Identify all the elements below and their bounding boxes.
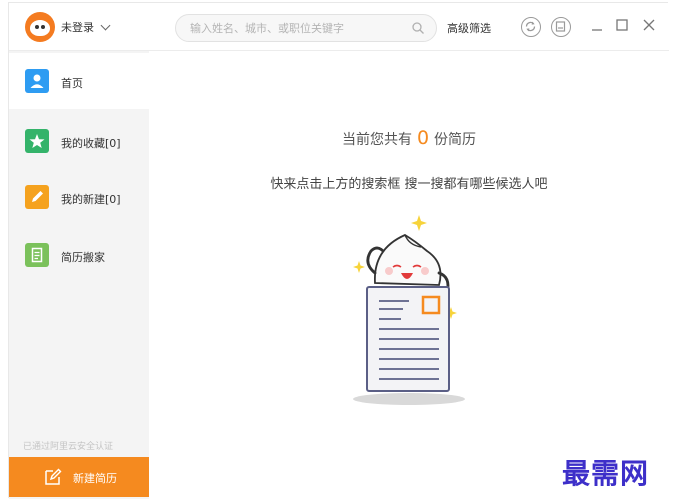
app-logo [25,12,55,42]
login-status-label: 未登录 [61,21,94,34]
advanced-filter-button[interactable]: 高级筛选 [447,20,491,36]
document-icon [25,243,49,267]
chevron-down-icon [100,20,111,30]
close-icon[interactable] [641,16,657,34]
minimize-icon[interactable] [589,16,605,34]
search-input[interactable] [190,19,400,37]
sidebar: 首页 我的收藏[0] 我的新建[0] 简历搬家 已通过阿里云安全认证 新建简历 [9,51,149,499]
save-icon[interactable] [551,17,571,37]
new-resume-label: 新建简历 [73,472,117,485]
sync-icon[interactable] [521,17,541,37]
app-window: 未登录 高级筛选 [8,2,669,499]
person-icon [25,69,49,93]
sidebar-item-label: 首页 [61,77,83,90]
sidebar-item-favorites[interactable]: 我的收藏[0] [9,113,149,169]
maximize-icon[interactable] [614,16,630,34]
star-icon [25,129,49,153]
edit-icon [45,468,62,485]
sidebar-item-my-created[interactable]: 我的新建[0] [9,169,149,225]
search-hint-text: 快来点击上方的搜索框 搜一搜都有哪些候选人吧 [270,177,548,192]
main-content: 当前您共有 0 份简历 快来点击上方的搜索框 搜一搜都有哪些候选人吧 [149,51,669,499]
sidebar-item-resume-move[interactable]: 简历搬家 [9,227,149,283]
count-prefix: 当前您共有 [341,132,412,148]
new-resume-button[interactable]: 新建简历 [9,457,149,497]
search-icon[interactable] [412,22,424,34]
sidebar-item-label: 我的收藏[0] [61,137,121,150]
mascot-resume-illustration [353,215,465,405]
resume-count-line: 当前您共有 0 份简历 [149,127,669,149]
security-verification-text: 已通过阿里云安全认证 [23,442,114,452]
count-suffix: 份简历 [434,132,477,148]
login-status-dropdown[interactable]: 未登录 [61,19,111,35]
title-bar: 未登录 高级筛选 [9,3,669,51]
site-watermark: 最需网 [562,457,650,490]
pencil-icon [25,185,49,209]
sidebar-item-label: 我的新建[0] [61,193,121,206]
search-box[interactable] [175,14,437,42]
resume-count-value: 0 [416,127,430,149]
sidebar-item-label: 简历搬家 [61,251,105,264]
sidebar-item-home[interactable]: 首页 [9,53,149,109]
